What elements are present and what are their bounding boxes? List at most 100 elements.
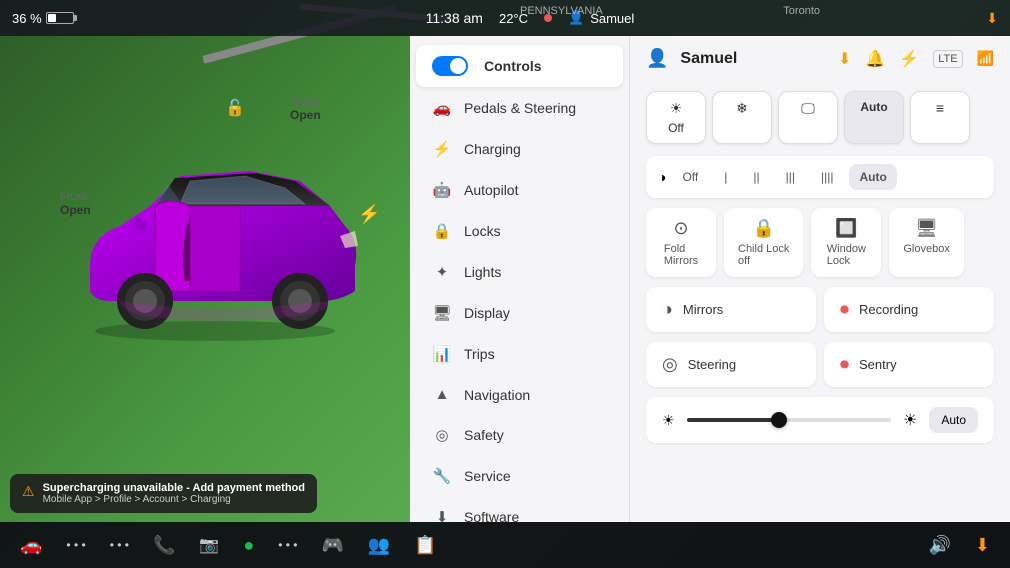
geo-left: PENNSYLVANIA <box>520 5 603 17</box>
taskbar-phone-icon[interactable]: 📞 <box>153 535 175 556</box>
notification-bar[interactable]: ⚠ Supercharging unavailable - Add paymen… <box>10 474 317 513</box>
recording-card-icon: ⏺ <box>840 299 849 320</box>
fan-speed-3[interactable]: ||| <box>776 164 805 190</box>
car-lock-icon: 🔓 <box>225 98 245 118</box>
download-action-icon[interactable]: ⬇ <box>838 49 851 69</box>
menu-item-software[interactable]: ⬇ Software <box>416 497 623 522</box>
brightness-high-icon: ☀ <box>903 410 917 430</box>
ac-off-btn[interactable]: ☀ Off <box>646 91 706 144</box>
menu-label-safety: Safety <box>464 427 504 443</box>
brightness-fill <box>687 418 779 422</box>
defrost-icon: ≡ <box>936 100 944 116</box>
trips-icon: 📊 <box>432 345 452 363</box>
brightness-slider[interactable] <box>687 418 891 422</box>
service-icon: 🔧 <box>432 467 452 485</box>
trunk-title: Trunk <box>290 96 321 108</box>
status-bar: 36 % PENNSYLVANIA Toronto 11:38 am 22°C … <box>0 0 1010 36</box>
fan-off-btn[interactable]: Off <box>672 164 708 190</box>
notif-subtitle: Mobile App > Profile > Account > Chargin… <box>43 494 305 505</box>
recording-card[interactable]: ⏺ Recording <box>824 287 994 332</box>
glovebox-icon: 🖥 <box>915 218 938 239</box>
safety-icon: ◎ <box>432 426 452 444</box>
brightness-row: ☀ ☀ Auto <box>646 397 994 443</box>
sentry-card[interactable]: ⏺ Sentry <box>824 342 994 387</box>
menu-label-trips: Trips <box>464 346 495 362</box>
sun-icon: ☀ <box>670 100 683 117</box>
signal-icon: 📶 <box>977 50 994 67</box>
taskbar: 🚗 • • • • • • 📞 📷 ● • • • 🎮 👥 📋 🔊 ⬇ <box>0 522 1010 568</box>
controls-toggle[interactable] <box>432 56 468 76</box>
taskbar-camera-icon[interactable]: 📷 <box>199 535 219 555</box>
menu-item-pedals[interactable]: 🚗 Pedals & Steering <box>416 88 623 128</box>
ac-screen-btn[interactable]: 🖵 <box>778 91 838 144</box>
ac-auto-btn[interactable]: Auto <box>844 91 904 144</box>
main-panel: Controls 🚗 Pedals & Steering ⚡ Charging … <box>410 36 1010 522</box>
taskbar-dots-2[interactable]: • • • <box>110 538 129 552</box>
content-user-name: Samuel <box>680 50 826 68</box>
steering-card[interactable]: ◎ Steering <box>646 342 816 387</box>
menu-item-locks[interactable]: 🔒 Locks <box>416 211 623 251</box>
taskbar-notes-icon[interactable]: 📋 <box>414 535 436 556</box>
glovebox-label: Glovebox <box>903 243 949 255</box>
download-icon[interactable]: ⬇ <box>986 10 998 27</box>
status-right: ⬇ <box>986 10 998 27</box>
menu-label-locks: Locks <box>464 223 501 239</box>
menu-item-safety[interactable]: ◎ Safety <box>416 415 623 455</box>
car-svg <box>60 116 370 346</box>
software-icon: ⬇ <box>432 508 452 522</box>
ac-snowflake-btn[interactable]: ❄ <box>712 91 772 144</box>
fan-speed-1[interactable]: | <box>714 164 737 190</box>
bluetooth-icon[interactable]: ⚡ <box>899 49 919 69</box>
window-lock-card[interactable]: 🔲 WindowLock <box>811 208 881 277</box>
content-area: 👤 Samuel ⬇ 🔔 ⚡ LTE 📶 ☀ Off ❄ 🖵 <box>630 36 1010 522</box>
fan-speed-4[interactable]: |||| <box>811 164 843 190</box>
battery-bar <box>46 12 74 24</box>
menu-item-display[interactable]: 🖥 Display <box>416 293 623 333</box>
menu-item-controls[interactable]: Controls <box>416 45 623 87</box>
menu-item-navigation[interactable]: ▲ Navigation <box>416 375 623 414</box>
geo-right: Toronto <box>783 5 820 17</box>
fan-icon: ◑ <box>658 169 666 185</box>
fold-mirrors-card[interactable]: ⊙ FoldMirrors <box>646 208 716 277</box>
brightness-auto-btn[interactable]: Auto <box>929 407 978 433</box>
recording-label: Recording <box>859 302 918 317</box>
notif-text: Supercharging unavailable - Add payment … <box>43 482 305 505</box>
taskbar-volume-icon[interactable]: 🔊 <box>928 535 950 556</box>
menu-item-autopilot[interactable]: 🤖 Autopilot <box>416 170 623 210</box>
fan-auto-btn[interactable]: Auto <box>849 164 896 190</box>
taskbar-download-icon[interactable]: ⬇ <box>975 535 990 556</box>
time-display: 11:38 am <box>426 10 483 26</box>
child-lock-card[interactable]: 🔒 Child Lockoff <box>724 208 803 277</box>
menu-label-charging: Charging <box>464 141 521 157</box>
ac-defrost-btn[interactable]: ≡ <box>910 91 970 144</box>
fold-mirrors-label: FoldMirrors <box>664 243 698 267</box>
bell-icon[interactable]: 🔔 <box>865 49 885 69</box>
brightness-low-icon: ☀ <box>662 412 675 429</box>
menu-label-controls: Controls <box>484 58 542 74</box>
charging-icon: ⚡ <box>432 140 452 158</box>
battery-tip <box>74 15 77 21</box>
wide-row-1: ◑ Mirrors ⏺ Recording <box>646 287 994 332</box>
steering-card-icon: ◎ <box>662 354 678 375</box>
glovebox-card[interactable]: 🖥 Glovebox <box>889 208 963 277</box>
sentry-card-icon: ⏺ <box>840 354 849 375</box>
menu-item-trips[interactable]: 📊 Trips <box>416 334 623 374</box>
lights-icon: ✦ <box>432 263 452 281</box>
display-icon: 🖥 <box>432 304 452 322</box>
taskbar-car-icon[interactable]: 🚗 <box>20 535 42 556</box>
taskbar-dots-1[interactable]: • • • <box>66 538 85 552</box>
taskbar-people-icon[interactable]: 👥 <box>368 535 390 556</box>
taskbar-spotify-icon[interactable]: ● <box>243 535 254 556</box>
menu-item-service[interactable]: 🔧 Service <box>416 456 623 496</box>
ac-button-group: ☀ Off ❄ 🖵 Auto ≡ <box>646 91 994 144</box>
brightness-thumb[interactable] <box>771 412 787 428</box>
taskbar-games-icon[interactable]: 🎮 <box>321 535 343 556</box>
menu-item-lights[interactable]: ✦ Lights <box>416 252 623 292</box>
menu-item-charging[interactable]: ⚡ Charging <box>416 129 623 169</box>
pedals-icon: 🚗 <box>432 99 452 117</box>
taskbar-more-icon[interactable]: • • • <box>278 538 297 552</box>
fan-speed-2[interactable]: || <box>743 164 769 190</box>
menu-sidebar: Controls 🚗 Pedals & Steering ⚡ Charging … <box>410 36 630 522</box>
mirrors-card[interactable]: ◑ Mirrors <box>646 287 816 332</box>
header-actions: ⬇ 🔔 ⚡ LTE 📶 <box>838 49 994 69</box>
